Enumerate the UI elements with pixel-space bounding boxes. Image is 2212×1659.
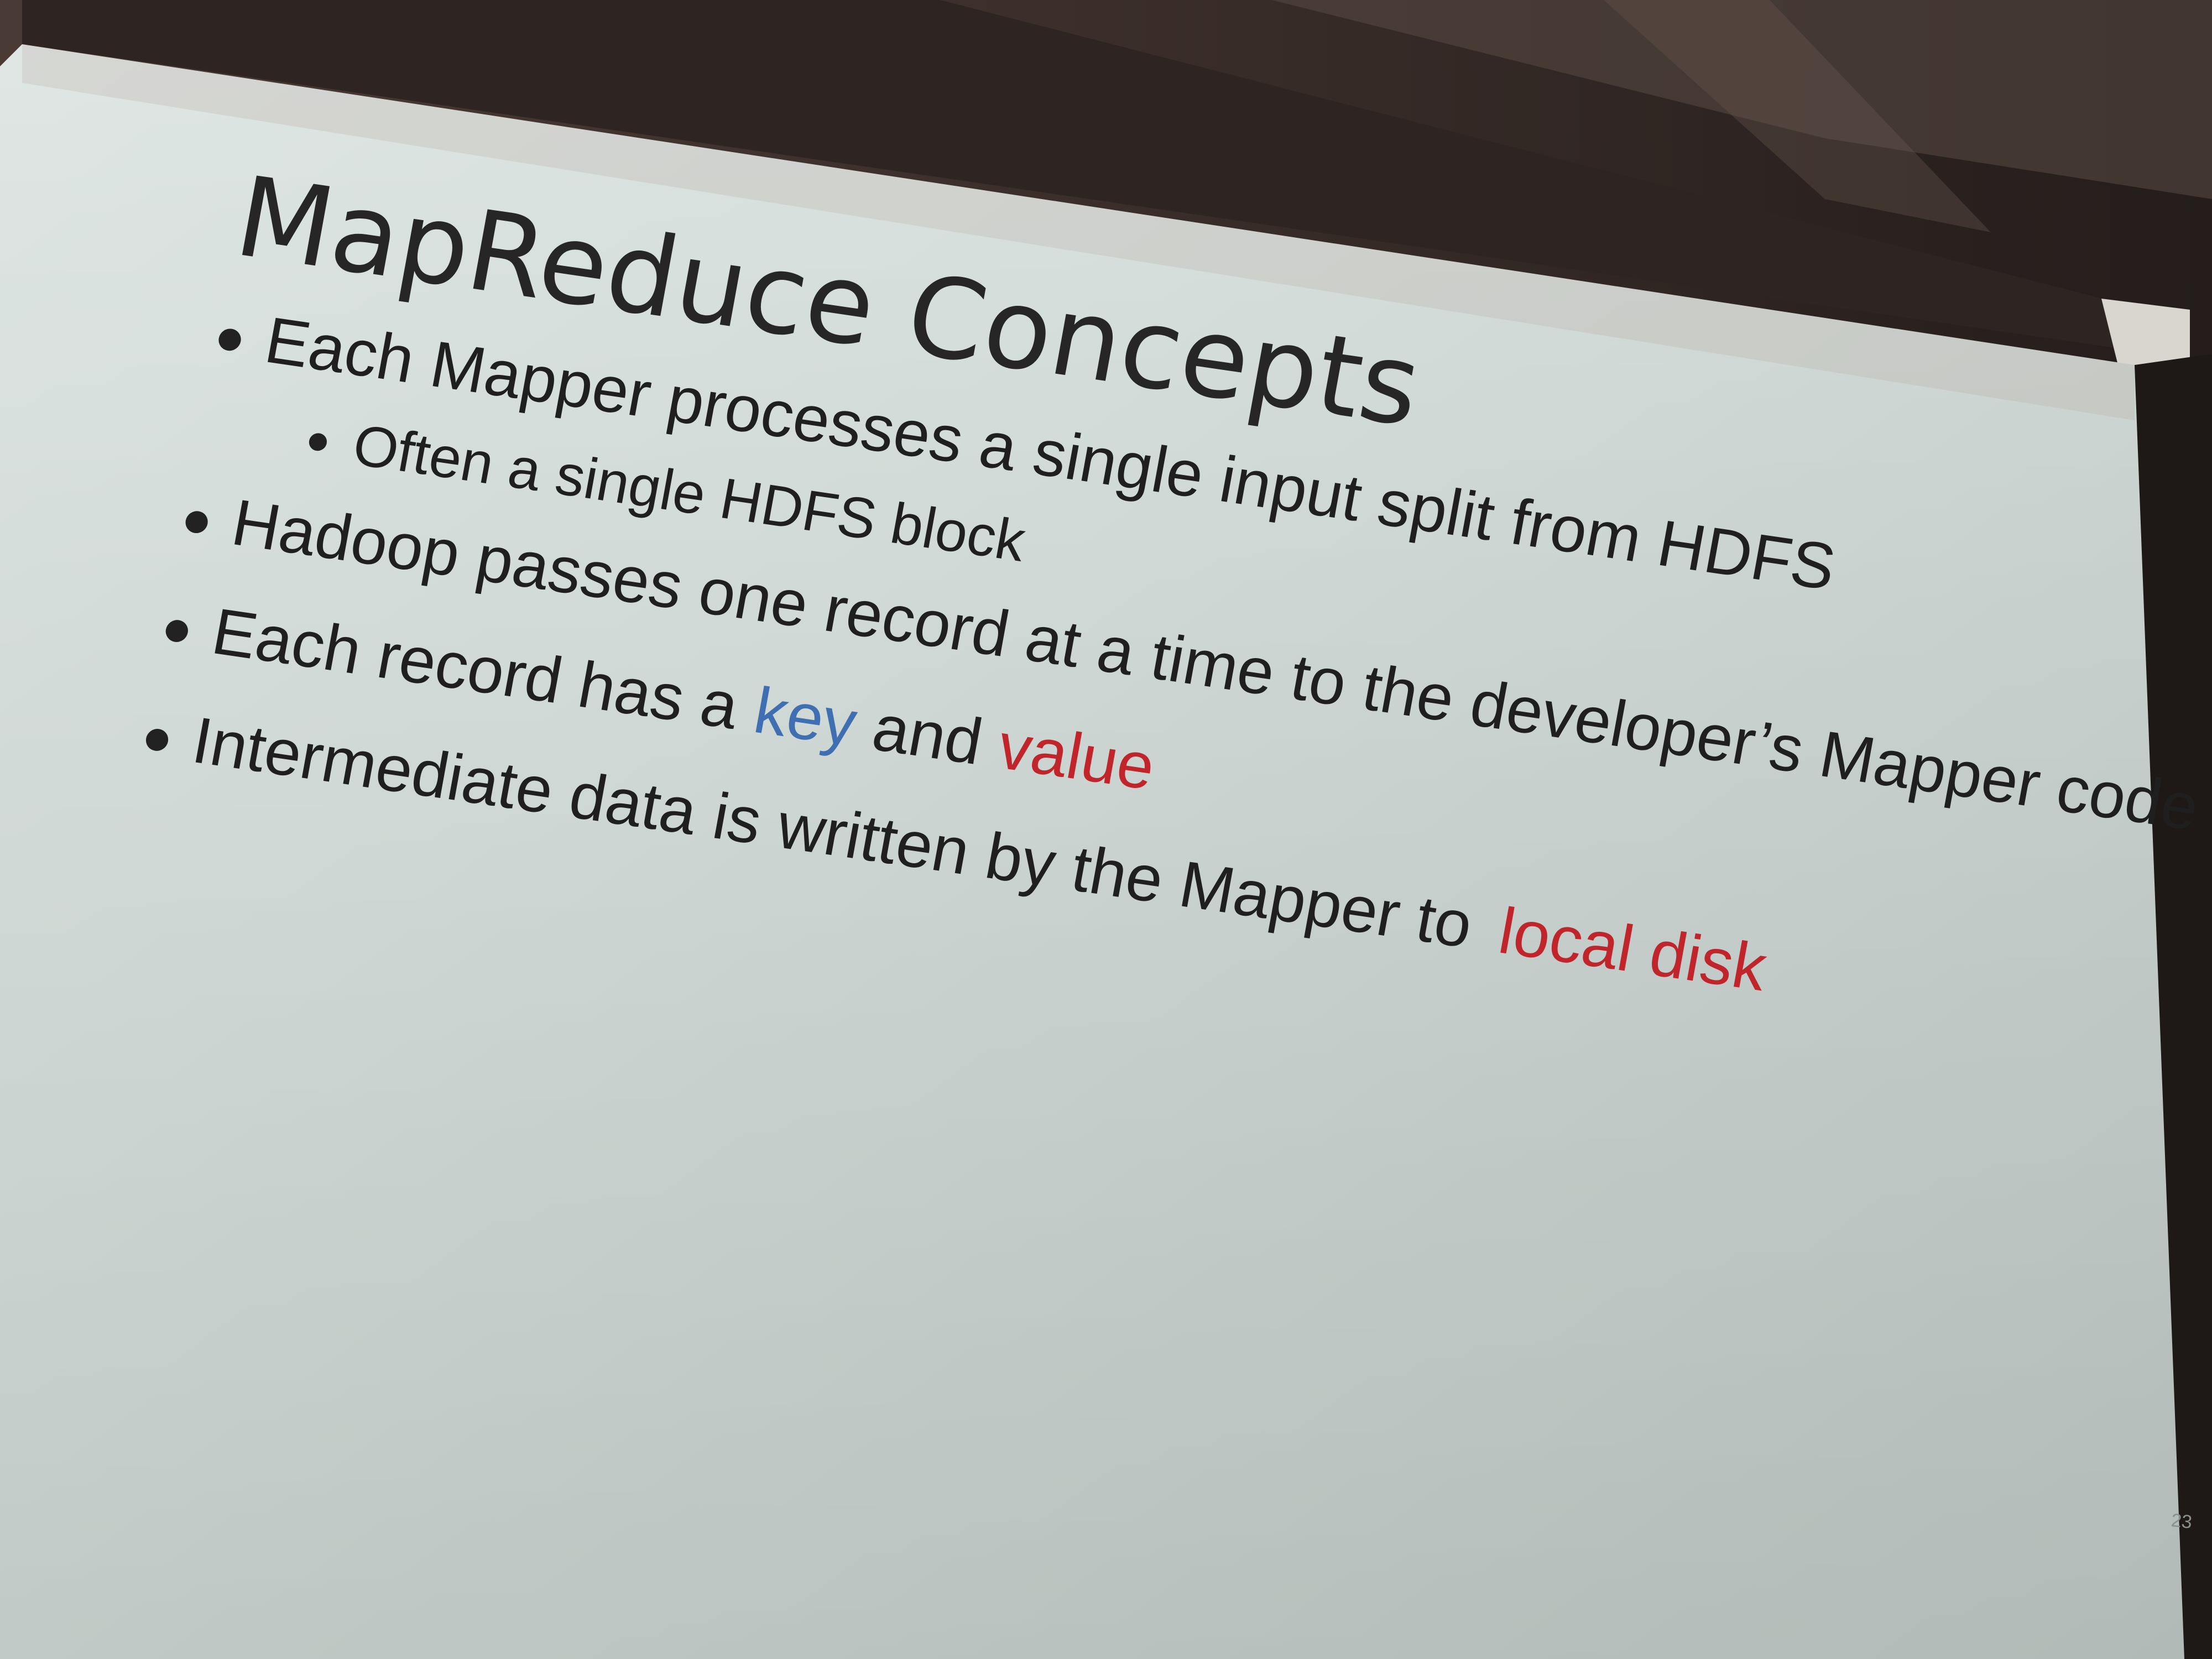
photo-scene: MapReduce Concepts Each Mapper processes… xyxy=(0,0,2212,1659)
key-word: key xyxy=(749,674,862,760)
page-number: 23 xyxy=(2170,1510,2193,1533)
projection-screen-view: MapReduce Concepts Each Mapper processes… xyxy=(0,0,2212,1659)
